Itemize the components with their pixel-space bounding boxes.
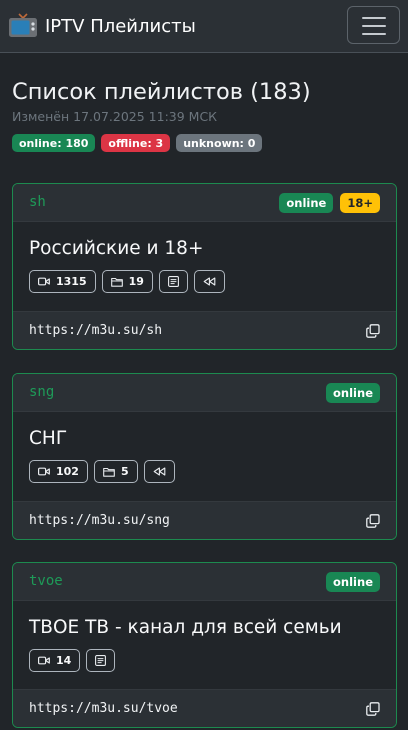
- status-badge: online: [326, 383, 380, 403]
- card-header: sng online: [13, 374, 396, 412]
- updated-timestamp: Изменён 17.07.2025 11:39 МСК: [12, 109, 218, 124]
- video-camera-icon: [38, 467, 50, 476]
- playlist-url[interactable]: https://m3u.su/tvoe: [29, 701, 178, 716]
- groups-count: 19: [101, 270, 153, 293]
- epg-indicator: [86, 649, 116, 672]
- status-badge: online: [279, 193, 334, 213]
- groups-count-value: 5: [120, 465, 129, 478]
- channels-count: 14: [29, 649, 81, 672]
- playlist-url[interactable]: https://m3u.su/sng: [29, 513, 170, 528]
- unknown-count-badge: unknown: 0: [176, 134, 263, 152]
- channels-count: 102: [29, 460, 88, 483]
- playlist-name: ТВОЕ ТВ - канал для всей семьи: [29, 617, 342, 638]
- channels-count: 1315: [29, 270, 96, 293]
- playlist-card: tvoe online ТВОЕ ТВ - канал для всей сем…: [12, 562, 397, 728]
- adult-badge: 18+: [340, 193, 380, 213]
- channels-count-value: 102: [56, 465, 79, 478]
- navbar-toggle-button[interactable]: [347, 6, 400, 44]
- copy-icon[interactable]: [366, 324, 380, 338]
- card-body: СНГ 102 5: [13, 412, 396, 501]
- epg-indicator: [158, 270, 188, 293]
- video-camera-icon: [38, 656, 50, 665]
- copy-icon[interactable]: [366, 514, 380, 528]
- card-footer: https://m3u.su/sng: [13, 501, 396, 539]
- epg-icon: [95, 655, 107, 666]
- playlist-name: СНГ: [29, 428, 68, 449]
- groups-count: 5: [93, 460, 138, 483]
- groups-count-value: 19: [128, 275, 144, 288]
- brand-link[interactable]: IPTV Плейлисты: [8, 12, 196, 40]
- rewind-icon: [153, 467, 165, 476]
- archive-indicator: [143, 460, 175, 483]
- playlist-name: Российские и 18+: [29, 238, 204, 259]
- playlist-card: sh online 18+ Российские и 18+ 1315 19 h: [12, 183, 397, 350]
- offline-count-badge: offline: 3: [101, 134, 171, 152]
- card-header: sh online 18+: [13, 184, 396, 222]
- epg-icon: [167, 276, 179, 287]
- card-footer: https://m3u.su/sh: [13, 311, 396, 349]
- navbar: IPTV Плейлисты: [0, 0, 408, 53]
- page-title: Список плейлистов (183): [12, 79, 311, 105]
- status-summary: online: 180 offline: 3 unknown: 0: [12, 134, 263, 152]
- channels-count-value: 1315: [56, 275, 87, 288]
- playlist-code: tvoe: [29, 573, 63, 589]
- card-header: tvoe online: [13, 563, 396, 601]
- archive-indicator: [193, 270, 225, 293]
- playlist-code: sh: [29, 194, 46, 210]
- playlist-url[interactable]: https://m3u.su/sh: [29, 323, 162, 338]
- card-body: ТВОЕ ТВ - канал для всей семьи 14: [13, 601, 396, 689]
- hamburger-menu-icon: [362, 17, 386, 35]
- channels-count-value: 14: [56, 654, 72, 667]
- status-badge: online: [326, 572, 380, 592]
- rewind-icon: [203, 277, 216, 286]
- playlist-card: sng online СНГ 102 5 https://m3u.su/sng: [12, 373, 397, 540]
- online-count-badge: online: 180: [12, 134, 96, 152]
- copy-icon[interactable]: [366, 702, 380, 716]
- video-camera-icon: [38, 277, 50, 286]
- folder-icon: [103, 467, 115, 477]
- brand-title: IPTV Плейлисты: [45, 15, 196, 37]
- folder-icon: [110, 277, 123, 287]
- playlist-code: sng: [29, 384, 55, 400]
- card-footer: https://m3u.su/tvoe: [13, 689, 396, 727]
- card-body: Российские и 18+ 1315 19: [13, 222, 396, 311]
- tv-icon: [8, 13, 38, 39]
